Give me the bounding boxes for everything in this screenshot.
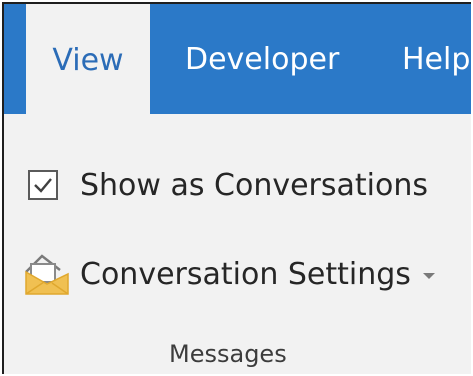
tab-developer[interactable]: Developer [185, 4, 339, 114]
tab-view[interactable]: View [26, 4, 150, 116]
envelope-open-icon [20, 250, 76, 298]
conversation-settings-label: Conversation Settings [80, 256, 411, 292]
group-label-messages: Messages [169, 340, 287, 368]
outlook-ribbon-window: View Developer Help Show as Conversation… [2, 2, 471, 374]
show-as-conversations-checkbox[interactable] [28, 170, 58, 200]
conversation-settings-dropdown[interactable]: Conversation Settings [20, 250, 435, 298]
chevron-down-icon[interactable] [422, 273, 435, 279]
ribbon-tab-bar: View Developer Help [4, 4, 471, 116]
show-as-conversations-label: Show as Conversations [80, 167, 429, 203]
ribbon-panel: Show as Conversations Conversation Setti… [4, 114, 471, 374]
checkmark-icon [34, 178, 52, 193]
show-as-conversations-option[interactable]: Show as Conversations [28, 164, 428, 206]
tab-help[interactable]: Help [402, 4, 470, 114]
